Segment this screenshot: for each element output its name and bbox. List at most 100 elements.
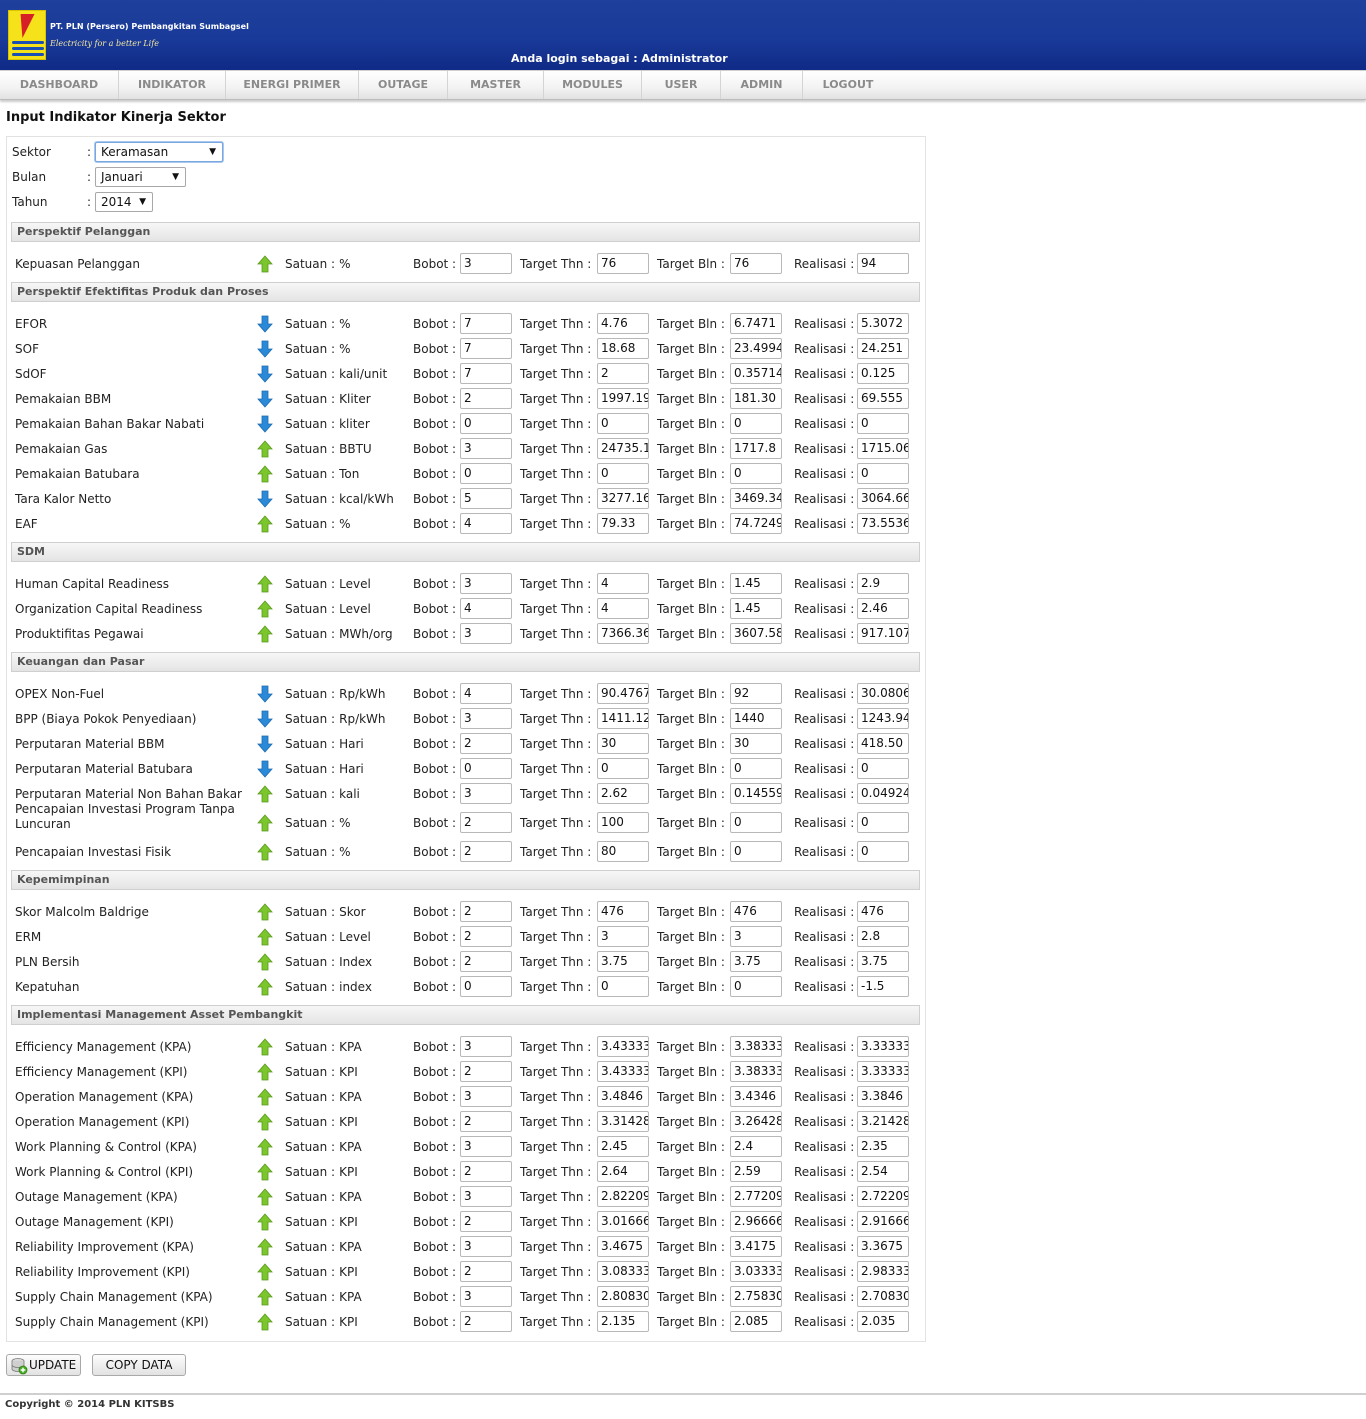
target-bln-input[interactable]: 3.38333 bbox=[730, 1036, 782, 1057]
realisasi-input[interactable]: 476 bbox=[857, 901, 909, 922]
target-bln-input[interactable]: 1.45 bbox=[730, 573, 782, 594]
target-thn-input[interactable]: 4.76 bbox=[597, 313, 649, 334]
bobot-input[interactable]: 2 bbox=[460, 951, 512, 972]
bobot-input[interactable]: 2 bbox=[460, 926, 512, 947]
bobot-input[interactable]: 0 bbox=[460, 413, 512, 434]
realisasi-input[interactable]: 69.555 bbox=[857, 388, 909, 409]
bobot-input[interactable]: 2 bbox=[460, 1311, 512, 1332]
target-thn-input[interactable]: 3.4675 bbox=[597, 1236, 649, 1257]
nav-master[interactable]: MASTER bbox=[448, 71, 544, 99]
target-bln-input[interactable]: 3.4346 bbox=[730, 1086, 782, 1107]
realisasi-input[interactable]: 73.5536 bbox=[857, 513, 909, 534]
target-bln-input[interactable]: 76 bbox=[730, 253, 782, 274]
bobot-input[interactable]: 2 bbox=[460, 1111, 512, 1132]
bobot-input[interactable]: 2 bbox=[460, 733, 512, 754]
realisasi-input[interactable]: 30.0806 bbox=[857, 683, 909, 704]
target-bln-input[interactable]: 0 bbox=[730, 413, 782, 434]
copy-data-button[interactable]: COPY DATA bbox=[92, 1354, 186, 1376]
target-bln-input[interactable]: 1440 bbox=[730, 708, 782, 729]
realisasi-input[interactable]: 2.98333 bbox=[857, 1261, 909, 1282]
realisasi-input[interactable]: 0 bbox=[857, 812, 909, 833]
realisasi-input[interactable]: 0 bbox=[857, 841, 909, 862]
bobot-input[interactable]: 7 bbox=[460, 338, 512, 359]
nav-dashboard[interactable]: DASHBOARD bbox=[0, 71, 119, 99]
target-bln-input[interactable]: 6.7471 bbox=[730, 313, 782, 334]
target-bln-input[interactable]: 1.45 bbox=[730, 598, 782, 619]
tahun-select[interactable]: 2014 ▼ bbox=[95, 192, 153, 212]
target-thn-input[interactable]: 0 bbox=[597, 463, 649, 484]
realisasi-input[interactable]: 1715.06 bbox=[857, 438, 909, 459]
bobot-input[interactable]: 0 bbox=[460, 976, 512, 997]
target-thn-input[interactable]: 4 bbox=[597, 598, 649, 619]
bobot-input[interactable]: 2 bbox=[460, 388, 512, 409]
realisasi-input[interactable]: 94 bbox=[857, 253, 909, 274]
target-bln-input[interactable]: 2.59 bbox=[730, 1161, 782, 1182]
realisasi-input[interactable]: 2.35 bbox=[857, 1136, 909, 1157]
bobot-input[interactable]: 3 bbox=[460, 573, 512, 594]
target-bln-input[interactable]: 92 bbox=[730, 683, 782, 704]
target-bln-input[interactable]: 3.03333 bbox=[730, 1261, 782, 1282]
realisasi-input[interactable]: 3.33333 bbox=[857, 1036, 909, 1057]
bobot-input[interactable]: 2 bbox=[460, 841, 512, 862]
nav-energi-primer[interactable]: ENERGI PRIMER bbox=[226, 71, 359, 99]
target-thn-input[interactable]: 90.4767 bbox=[597, 683, 649, 704]
target-bln-input[interactable]: 181.30 bbox=[730, 388, 782, 409]
bobot-input[interactable]: 3 bbox=[460, 253, 512, 274]
sektor-select[interactable]: Keramasan ▼ bbox=[95, 142, 223, 162]
bulan-select[interactable]: Januari ▼ bbox=[95, 167, 186, 187]
target-thn-input[interactable]: 1997.19 bbox=[597, 388, 649, 409]
bobot-input[interactable]: 3 bbox=[460, 1086, 512, 1107]
target-thn-input[interactable]: 0 bbox=[597, 413, 649, 434]
realisasi-input[interactable]: 2.91666 bbox=[857, 1211, 909, 1232]
target-thn-input[interactable]: 3277.16 bbox=[597, 488, 649, 509]
target-bln-input[interactable]: 2.75830 bbox=[730, 1286, 782, 1307]
realisasi-input[interactable]: 3.75 bbox=[857, 951, 909, 972]
realisasi-input[interactable]: 1243.94 bbox=[857, 708, 909, 729]
target-thn-input[interactable]: 3.43333 bbox=[597, 1061, 649, 1082]
bobot-input[interactable]: 3 bbox=[460, 708, 512, 729]
target-bln-input[interactable]: 2.4 bbox=[730, 1136, 782, 1157]
realisasi-input[interactable]: 2.035 bbox=[857, 1311, 909, 1332]
target-bln-input[interactable]: 3.26428 bbox=[730, 1111, 782, 1132]
realisasi-input[interactable]: 917.107 bbox=[857, 623, 909, 644]
target-bln-input[interactable]: 0 bbox=[730, 758, 782, 779]
bobot-input[interactable]: 3 bbox=[460, 1236, 512, 1257]
target-thn-input[interactable]: 2.45 bbox=[597, 1136, 649, 1157]
realisasi-input[interactable]: 0 bbox=[857, 758, 909, 779]
realisasi-input[interactable]: 3064.66 bbox=[857, 488, 909, 509]
target-bln-input[interactable]: 3469.34 bbox=[730, 488, 782, 509]
bobot-input[interactable]: 5 bbox=[460, 488, 512, 509]
target-bln-input[interactable]: 3.75 bbox=[730, 951, 782, 972]
target-bln-input[interactable]: 1717.8 bbox=[730, 438, 782, 459]
bobot-input[interactable]: 4 bbox=[460, 683, 512, 704]
update-button[interactable]: UPDATE bbox=[6, 1354, 81, 1376]
target-thn-input[interactable]: 30 bbox=[597, 733, 649, 754]
target-bln-input[interactable]: 23.4994 bbox=[730, 338, 782, 359]
realisasi-input[interactable]: 3.3675 bbox=[857, 1236, 909, 1257]
bobot-input[interactable]: 3 bbox=[460, 623, 512, 644]
target-thn-input[interactable]: 7366.36 bbox=[597, 623, 649, 644]
target-thn-input[interactable]: 100 bbox=[597, 812, 649, 833]
realisasi-input[interactable]: 2.70830 bbox=[857, 1286, 909, 1307]
target-thn-input[interactable]: 3.31428 bbox=[597, 1111, 649, 1132]
target-bln-input[interactable]: 0 bbox=[730, 463, 782, 484]
target-thn-input[interactable]: 476 bbox=[597, 901, 649, 922]
realisasi-input[interactable]: 418.50 bbox=[857, 733, 909, 754]
realisasi-input[interactable]: 2.46 bbox=[857, 598, 909, 619]
target-bln-input[interactable]: 2.77209 bbox=[730, 1186, 782, 1207]
target-bln-input[interactable]: 3.4175 bbox=[730, 1236, 782, 1257]
bobot-input[interactable]: 2 bbox=[460, 1261, 512, 1282]
bobot-input[interactable]: 3 bbox=[460, 1286, 512, 1307]
realisasi-input[interactable]: 2.9 bbox=[857, 573, 909, 594]
nav-admin[interactable]: ADMIN bbox=[721, 71, 803, 99]
target-bln-input[interactable]: 74.7249 bbox=[730, 513, 782, 534]
bobot-input[interactable]: 3 bbox=[460, 783, 512, 804]
bobot-input[interactable]: 2 bbox=[460, 1211, 512, 1232]
bobot-input[interactable]: 4 bbox=[460, 598, 512, 619]
target-bln-input[interactable]: 3607.58 bbox=[730, 623, 782, 644]
bobot-input[interactable]: 7 bbox=[460, 313, 512, 334]
realisasi-input[interactable]: 3.3846 bbox=[857, 1086, 909, 1107]
target-thn-input[interactable]: 2.135 bbox=[597, 1311, 649, 1332]
bobot-input[interactable]: 3 bbox=[460, 1186, 512, 1207]
nav-user[interactable]: USER bbox=[642, 71, 721, 99]
